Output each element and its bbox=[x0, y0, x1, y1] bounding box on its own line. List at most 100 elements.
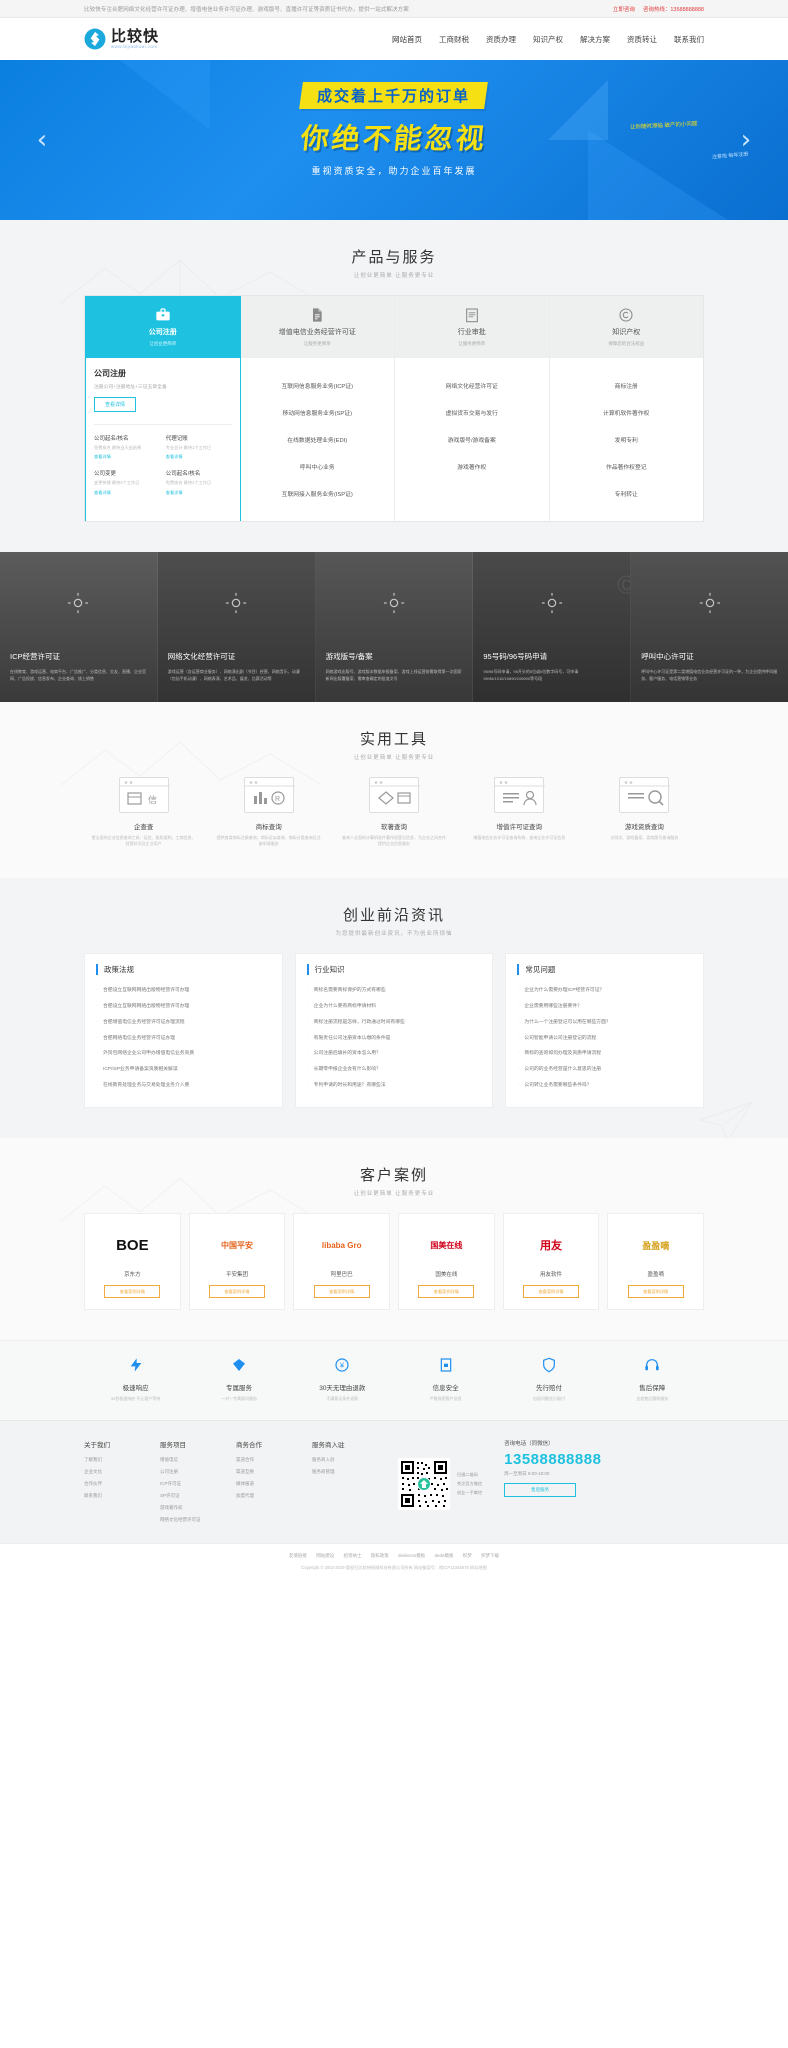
site-logo[interactable]: 比较快 www.bijiaokuai.com bbox=[84, 28, 159, 50]
footer-link[interactable]: 媒体报道 bbox=[236, 1481, 312, 1487]
tab-company-registration[interactable]: 公司注册 让创业更简单 bbox=[86, 296, 240, 358]
news-item[interactable]: 企业为什么要有商标申请材料 bbox=[307, 1000, 482, 1016]
lead-detail-button[interactable]: 查看详情 bbox=[94, 397, 137, 412]
tool-item-license[interactable]: 增值许可证查询 增值电信业务许可证查询系统，查询企业许可证信息 bbox=[460, 777, 579, 848]
tool-item-trademark[interactable]: R 商标查询 提供各类商标注册查询、商标近似查询、商标分类查询及注册申请服务 bbox=[209, 777, 328, 848]
news-item[interactable]: 公司智能申请公司注册登记的流程 bbox=[517, 1031, 692, 1047]
copy-link[interactable]: dedecms模板 bbox=[398, 1553, 425, 1558]
mini-link[interactable]: 查看详情 bbox=[166, 454, 232, 460]
mini-link[interactable]: 查看详情 bbox=[94, 490, 160, 496]
footer-link[interactable]: 联系我们 bbox=[84, 1493, 160, 1499]
news-item[interactable]: 有限责任公司注册资本认缴的条件是 bbox=[307, 1031, 482, 1047]
service-list-item[interactable]: 在线数据处理业务(EDI) bbox=[247, 426, 389, 453]
strip-item-number[interactable]: © 95号码/96号码申请 95/96号码申请，95开头的5位或6位数字码号，可… bbox=[473, 552, 632, 702]
tool-item-software[interactable]: 软著查询 查询人全面的计算机软件著作权登记信息，为企业之间合作提供企业信息服务 bbox=[334, 777, 453, 848]
case-detail-button[interactable]: 查看案例详情 bbox=[627, 1285, 684, 1299]
nav-item-contact[interactable]: 联系我们 bbox=[674, 34, 704, 45]
case-item-boe[interactable]: BOE 京东方 查看案例详情 bbox=[84, 1213, 181, 1311]
news-item[interactable]: 合肥设立互联网网络出版物经营许可办理 bbox=[96, 1000, 271, 1016]
case-item-pingan[interactable]: 中国平安 平安集团 查看案例详情 bbox=[188, 1213, 286, 1311]
footer-link[interactable]: 了解我们 bbox=[84, 1457, 160, 1463]
service-list-item[interactable]: 呼叫中心业务 bbox=[247, 453, 389, 480]
hero-next-arrow[interactable]: › bbox=[734, 127, 758, 153]
strip-item-game[interactable]: 游戏版号/备案 网络游戏出版号、游戏版本数据申报备案、游戏上线运营前需取得第一次… bbox=[315, 552, 474, 702]
news-item[interactable]: 企业需要用哪些注册要件？ bbox=[517, 1000, 692, 1016]
footer-link[interactable]: 服务商管理 bbox=[312, 1469, 388, 1475]
copy-link[interactable]: 友情链接 bbox=[289, 1553, 307, 1558]
nav-item-business-tax[interactable]: 工商财税 bbox=[439, 34, 469, 45]
copy-link[interactable]: 织梦 bbox=[463, 1553, 472, 1558]
footer-link[interactable]: 加盟代理 bbox=[236, 1493, 312, 1499]
service-list-item[interactable]: 互联网接入服务业务(ISP证) bbox=[247, 480, 389, 507]
case-detail-button[interactable]: 查看案例详情 bbox=[418, 1285, 475, 1299]
tab-intellectual-property[interactable]: 知识产权 保障您的合法权益 bbox=[549, 296, 703, 358]
service-list-item[interactable]: 商标注册 bbox=[556, 372, 698, 399]
news-item[interactable]: 商标注册流程是怎样，行政通过时间有哪些 bbox=[307, 1015, 482, 1031]
news-item[interactable]: 合肥网络电信业务经营许可证办理 bbox=[96, 1031, 271, 1047]
case-detail-button[interactable]: 查看案例详情 bbox=[209, 1285, 265, 1299]
hero-prev-arrow[interactable]: ‹ bbox=[30, 127, 54, 153]
mini-service-item[interactable]: 代理记账 专业会计 最快1个工作日 查看详情 bbox=[166, 434, 232, 460]
news-item[interactable]: 合肥增值电信业务经营许可证办理流程 bbox=[96, 1015, 271, 1031]
service-list-item[interactable]: 虚拟货币交易与发行 bbox=[401, 399, 543, 426]
footer-link[interactable]: SP许可证 bbox=[160, 1493, 236, 1499]
strip-item-icp[interactable]: ICP经营许可证 在线教育、游戏运营、电商平台、广告推广、分类信息、交友、直播、… bbox=[0, 552, 158, 702]
footer-link[interactable]: 公司注册 bbox=[160, 1469, 236, 1475]
news-item[interactable]: 公司注册后填补的资本怎么用？ bbox=[307, 1047, 482, 1063]
news-item[interactable]: 长期零申报企业会有什么影响？ bbox=[307, 1063, 482, 1079]
footer-link[interactable]: 企业文化 bbox=[84, 1469, 160, 1475]
case-detail-button[interactable]: 查看案例详情 bbox=[104, 1285, 161, 1299]
strip-item-callcenter[interactable]: 呼叫中心许可证 呼叫中心许可证是第二类增值电信业务经营许可证的一种，为企业提供呼… bbox=[631, 552, 788, 702]
footer-link[interactable]: 增值电信 bbox=[160, 1457, 236, 1463]
service-list-item[interactable]: 作品著作权登记 bbox=[556, 453, 698, 480]
tool-item-qichacha[interactable]: 信 企查查 更全面的企业信息查询工具：征信、股权架构、工商信息、经营状况及企业用… bbox=[84, 777, 203, 848]
news-item[interactable]: 专利申请的时长和用途？有哪些法 bbox=[307, 1079, 482, 1095]
news-item[interactable]: 在线教育处理业务与交易处理业务介入要 bbox=[96, 1079, 271, 1095]
tab-industry-approval[interactable]: 行业审批 让服务更简单 bbox=[395, 296, 549, 358]
copy-link[interactable]: 织梦下载 bbox=[481, 1553, 499, 1558]
service-list-item[interactable]: 专利转让 bbox=[556, 480, 698, 507]
service-list-item[interactable]: 互联网信息服务业务(ICP证) bbox=[247, 372, 389, 399]
service-list-item[interactable]: 游戏著作权 bbox=[401, 453, 543, 480]
footer-link[interactable]: 服务商入驻 bbox=[312, 1457, 388, 1463]
strip-item-culture[interactable]: 网络文化经营许可证 游戏运营（含运营商业服务）、网络演出剧（节目）经营、网络音乐… bbox=[157, 552, 316, 702]
case-detail-button[interactable]: 查看案例详情 bbox=[523, 1285, 580, 1299]
tab-value-added-telecom[interactable]: 增值电信业务经营许可证 让服务更简单 bbox=[240, 296, 394, 358]
case-item-yingying[interactable]: 盈盈嘀 盈盈嘀 查看案例详情 bbox=[607, 1213, 705, 1311]
news-item[interactable]: 为什么一个注册登记可以用在哪些方面？ bbox=[517, 1015, 692, 1031]
news-item[interactable]: 合肥设立互联网网络出版物经营许可办理 bbox=[96, 984, 271, 1000]
footer-link[interactable]: 渠道合作 bbox=[236, 1457, 312, 1463]
news-item[interactable]: 商标的查询如何办理及资质申请流程 bbox=[517, 1047, 692, 1063]
mini-service-item[interactable]: 公司变更 变更快捷 最快3个工作日 查看详情 bbox=[94, 469, 160, 495]
top-link-hotline[interactable]: 咨询热线：13588888888 bbox=[643, 5, 704, 13]
mini-link[interactable]: 查看详情 bbox=[94, 454, 160, 460]
case-detail-button[interactable]: 查看案例详情 bbox=[313, 1285, 370, 1299]
footer-link[interactable]: 游戏著作权 bbox=[160, 1505, 236, 1511]
footer-link[interactable]: ICP许可证 bbox=[160, 1481, 236, 1487]
nav-item-solutions[interactable]: 解决方案 bbox=[580, 34, 610, 45]
news-item[interactable]: 商标名需要商标保护的方式有哪些 bbox=[307, 984, 482, 1000]
service-list-item[interactable]: 移动网信息服务业务(SP证) bbox=[247, 399, 389, 426]
mini-link[interactable]: 查看详情 bbox=[166, 490, 232, 496]
nav-item-transfer[interactable]: 资质转让 bbox=[627, 34, 657, 45]
news-item[interactable]: ICP/ISP业务申请备案资质相关解读 bbox=[96, 1063, 271, 1079]
service-list-item[interactable]: 游戏版号/游戏备案 bbox=[401, 426, 543, 453]
service-list-item[interactable]: 发明专利 bbox=[556, 426, 698, 453]
service-list-item[interactable]: 计算机软件著作权 bbox=[556, 399, 698, 426]
nav-item-home[interactable]: 网站首页 bbox=[392, 34, 422, 45]
footer-link[interactable]: 网络文化经营许可证 bbox=[160, 1517, 236, 1523]
mini-service-item[interactable]: 公司起名/核名 免费核名 最快当天出结果 查看详情 bbox=[94, 434, 160, 460]
top-link-consult[interactable]: 立即咨询 bbox=[613, 5, 635, 13]
mini-service-item[interactable]: 公司起名/核名 免费核名 最快1个工作日 查看详情 bbox=[166, 469, 232, 495]
news-item[interactable]: 公司转让业务需要哪些条件吗？ bbox=[517, 1079, 692, 1095]
case-item-gome[interactable]: 国美在线 国美在线 查看案例详情 bbox=[398, 1213, 495, 1311]
copy-link[interactable]: 隐私政策 bbox=[371, 1553, 389, 1558]
footer-link[interactable]: 渠道互换 bbox=[236, 1469, 312, 1475]
service-list-item[interactable]: 网络文化经营许可证 bbox=[401, 372, 543, 399]
tool-item-game[interactable]: 游戏资质查询 文网文、游戏备案、游戏版号查询服务 bbox=[585, 777, 704, 848]
copy-link[interactable]: 招贤纳士 bbox=[343, 1553, 361, 1558]
case-item-alibaba[interactable]: libaba Gro 阿里巴巴 查看案例详情 bbox=[293, 1213, 391, 1311]
news-item[interactable]: 公司的的业务经营是什么意思的注册 bbox=[517, 1063, 692, 1079]
after-sales-button[interactable]: 售后服务 bbox=[504, 1483, 577, 1498]
news-item[interactable]: 企业为什么需要办理ICP经营许可证？ bbox=[517, 984, 692, 1000]
